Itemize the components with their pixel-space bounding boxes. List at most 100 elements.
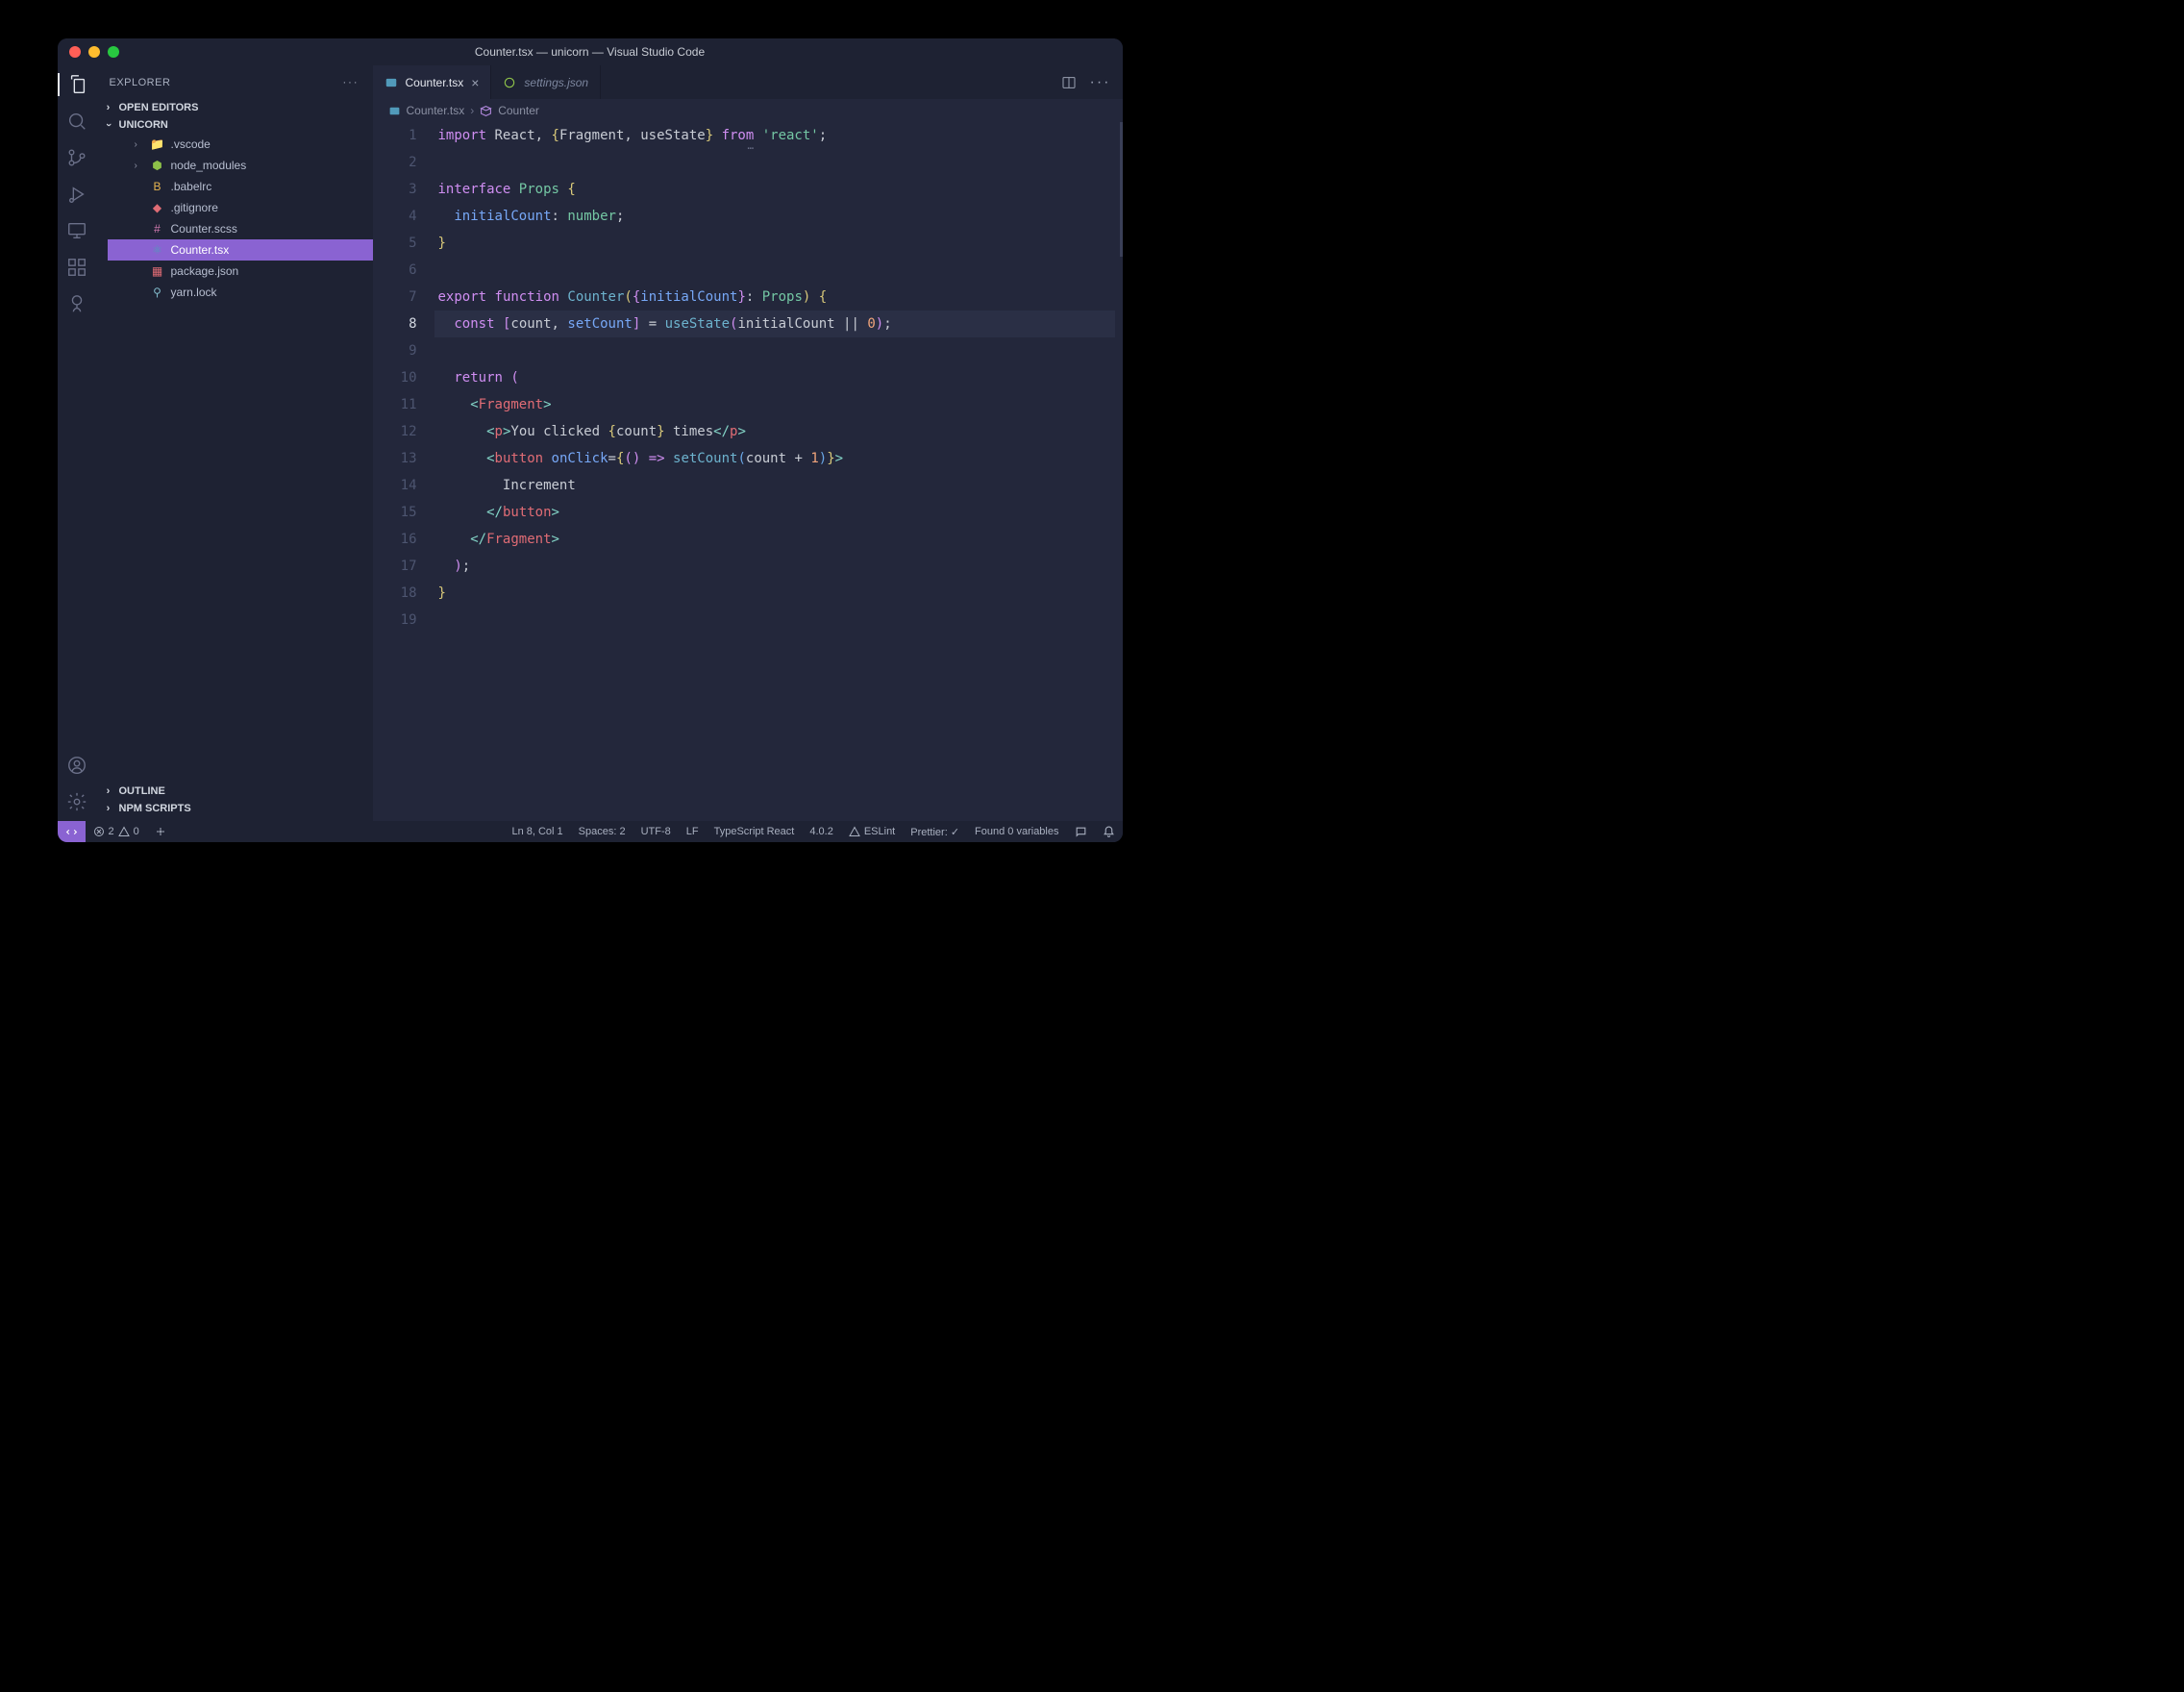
section-project[interactable]: › UNICORN (96, 116, 373, 134)
code-line[interactable] (434, 607, 1115, 634)
status-language[interactable]: TypeScript React (707, 826, 803, 838)
search-icon[interactable] (65, 110, 88, 133)
code-line[interactable] (434, 149, 1115, 176)
file-tree-item[interactable]: ›📁.vscode (108, 134, 373, 155)
code-editor[interactable]: 12345678910111213141516171819 … import R… (373, 122, 1123, 821)
section-label: UNICORN (119, 119, 168, 131)
status-eslint[interactable]: ESLint (841, 826, 903, 838)
minimap[interactable] (1115, 122, 1123, 821)
explorer-icon[interactable] (58, 73, 96, 96)
section-open-editors[interactable]: › OPEN EDITORS (96, 99, 373, 116)
code-line[interactable] (434, 257, 1115, 284)
line-number: 7 (373, 284, 417, 311)
section-outline[interactable]: › OUTLINE (96, 783, 373, 800)
line-number: 18 (373, 580, 417, 607)
activity-bar (58, 65, 96, 821)
line-number: 10 (373, 364, 417, 391)
editor-tab[interactable]: Counter.tsx× (373, 65, 492, 99)
extensions-icon[interactable] (65, 256, 88, 279)
code-line[interactable]: } (434, 230, 1115, 257)
code-line[interactable] (434, 337, 1115, 364)
status-bar: 2 0 Ln 8, Col 1 Spaces: 2 UTF-8 LF TypeS… (58, 821, 1123, 842)
code-content[interactable]: … import React, {Fragment, useState} fro… (434, 122, 1115, 821)
maximize-icon[interactable] (108, 46, 119, 58)
line-number: 17 (373, 553, 417, 580)
code-line[interactable]: <button onClick={() => setCount(count + … (434, 445, 1115, 472)
code-line[interactable]: ); (434, 553, 1115, 580)
breadcrumb-file: Counter.tsx (407, 104, 465, 117)
file-tree-item[interactable]: ⚛Counter.tsx (108, 239, 373, 261)
code-line[interactable]: import React, {Fragment, useState} from … (434, 122, 1115, 149)
code-line[interactable]: <p>You clicked {count} times</p> (434, 418, 1115, 445)
source-control-icon[interactable] (65, 146, 88, 169)
status-variables[interactable]: Found 0 variables (967, 826, 1066, 838)
status-feedback-icon[interactable] (1067, 826, 1095, 838)
remote-indicator[interactable] (58, 821, 86, 842)
split-editor-icon[interactable] (1061, 75, 1077, 90)
file-name: yarn.lock (171, 286, 217, 299)
debug-icon[interactable] (65, 183, 88, 206)
main-area: EXPLORER ··· › OPEN EDITORS › UNICORN ›📁… (58, 65, 1123, 821)
status-ts-version[interactable]: 4.0.2 (802, 826, 840, 838)
sidebar-header: EXPLORER ··· (96, 65, 373, 99)
status-ports[interactable] (147, 826, 174, 837)
file-tree-item[interactable]: ›⬢node_modules (108, 155, 373, 176)
code-line[interactable]: interface Props { (434, 176, 1115, 203)
status-prettier[interactable]: Prettier: ✓ (903, 826, 967, 838)
line-number: 3 (373, 176, 417, 203)
settings-gear-icon[interactable] (65, 790, 88, 813)
git-icon: ◆ (150, 201, 165, 214)
minimap-thumb[interactable] (1120, 122, 1123, 257)
react-file-icon (385, 76, 398, 89)
breadcrumbs[interactable]: Counter.tsx › Counter (373, 99, 1123, 122)
tab-actions: ··· (1061, 65, 1123, 99)
gitlens-icon[interactable] (65, 292, 88, 315)
file-tree-item[interactable]: B.babelrc (108, 176, 373, 197)
nodejs-icon: ⬢ (150, 159, 165, 172)
close-icon[interactable] (69, 46, 81, 58)
code-line[interactable]: </button> (434, 499, 1115, 526)
more-icon[interactable]: ··· (1090, 74, 1111, 91)
line-number: 16 (373, 526, 417, 553)
line-number: 13 (373, 445, 417, 472)
status-problems[interactable]: 2 0 (86, 826, 147, 837)
code-line[interactable]: export function Counter({initialCount}: … (434, 284, 1115, 311)
file-tree-item[interactable]: ▦package.json (108, 261, 373, 282)
code-line[interactable]: return ( (434, 364, 1115, 391)
section-npm-scripts[interactable]: › NPM SCRIPTS (96, 800, 373, 817)
status-encoding[interactable]: UTF-8 (633, 826, 679, 838)
code-line[interactable]: } (434, 580, 1115, 607)
status-indentation[interactable]: Spaces: 2 (571, 826, 633, 838)
yarn-icon: ⚲ (150, 286, 165, 299)
file-name: node_modules (171, 159, 247, 172)
code-line[interactable]: initialCount: number; (434, 203, 1115, 230)
file-tree-item[interactable]: #Counter.scss (108, 218, 373, 239)
minimize-icon[interactable] (88, 46, 100, 58)
line-number: 4 (373, 203, 417, 230)
status-bell-icon[interactable] (1095, 826, 1123, 838)
section-label: OUTLINE (119, 785, 165, 797)
status-eol[interactable]: LF (679, 826, 707, 838)
code-line[interactable]: </Fragment> (434, 526, 1115, 553)
file-tree-item[interactable]: ◆ .gitignore (108, 197, 373, 218)
more-icon[interactable]: ··· (343, 77, 360, 88)
code-line[interactable]: <Fragment> (434, 391, 1115, 418)
file-name: .babelrc (171, 180, 212, 193)
file-tree-item[interactable]: ⚲ yarn.lock (108, 282, 373, 303)
chevron-right-icon: › (102, 785, 115, 797)
file-tree: ›📁.vscode›⬢node_modulesB.babelrc◆.gitign… (96, 134, 373, 303)
chevron-right-icon: › (102, 102, 115, 113)
scss-icon: # (150, 222, 165, 236)
status-cursor-position[interactable]: Ln 8, Col 1 (504, 826, 570, 838)
remote-icon[interactable] (65, 219, 88, 242)
account-icon[interactable] (65, 754, 88, 777)
code-line[interactable]: const [count, setCount] = useState(initi… (434, 311, 1115, 337)
file-name: .gitignore (171, 201, 218, 214)
breadcrumb-symbol: Counter (498, 104, 539, 117)
close-icon[interactable]: × (471, 75, 479, 90)
vscode-window: Counter.tsx — unicorn — Visual Studio Co… (58, 38, 1123, 842)
editor-tab[interactable]: settings.json (491, 65, 601, 99)
code-line[interactable]: Increment (434, 472, 1115, 499)
tab-label: settings.json (524, 76, 588, 89)
gutter: 12345678910111213141516171819 (373, 122, 434, 821)
